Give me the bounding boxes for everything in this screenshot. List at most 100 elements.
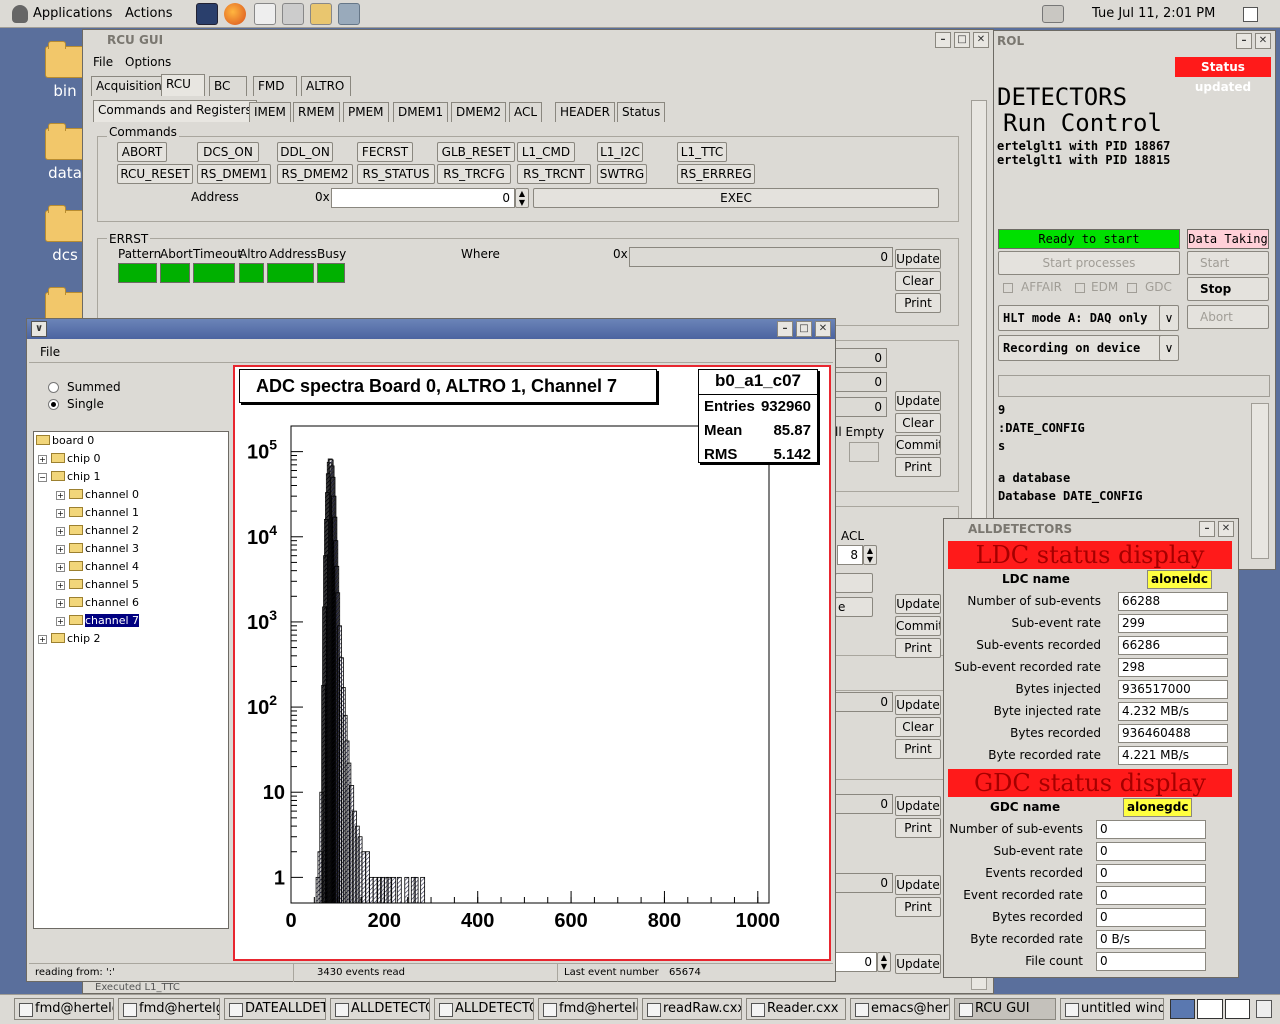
taskbar-button[interactable]: fmd@hertelglt: [118,998,220,1020]
channel-tree[interactable]: board 0 + chip 0 − chip 1 + channel 0 + chann… [33,431,229,929]
tab-rcu[interactable]: RCU [161,74,205,96]
update-button[interactable]: Update [895,391,941,411]
tree-item-channel[interactable]: + channel 7 [56,613,140,629]
abort-button[interactable]: Abort [1187,305,1269,329]
adc-titlebar[interactable]: ∨ – □ ✕ [27,319,835,339]
affair-checkbox[interactable] [1003,283,1013,293]
alldetectors-titlebar[interactable]: ALLDETECTORS – ✕ [944,519,1238,539]
address-spinner[interactable]: ▲ ▼ [515,188,529,208]
update-button[interactable]: Update [895,249,941,269]
tree-item-chip[interactable]: + chip 2 [38,631,101,647]
single-radio[interactable] [48,399,59,410]
workspace-switcher[interactable] [1170,999,1250,1019]
register-spinner-input[interactable]: 0 [835,952,877,972]
hlt-mode-select[interactable]: HLT mode A: DAQ only [998,305,1164,331]
tree-item-channel[interactable]: + channel 4 [56,559,139,575]
tree-item-channel[interactable]: + channel 1 [56,505,139,521]
file-manager-icon[interactable] [310,3,332,25]
command-button-abort[interactable]: ABORT [117,142,167,162]
acl-spinner[interactable]: ▲ ▼ [863,545,877,565]
expand-icon[interactable]: + [56,581,65,590]
expand-icon[interactable]: + [38,635,47,644]
print-button[interactable]: Print [895,638,941,658]
menu-options[interactable]: Options [125,55,171,69]
taskbar-button[interactable]: Reader.cxx [746,998,846,1020]
terminal-launcher-icon[interactable] [196,3,218,25]
tab-status[interactable]: Status [617,102,666,122]
start-processes-button[interactable]: Start processes [998,251,1180,275]
close-icon[interactable]: ✕ [1255,33,1271,49]
command-button-l1-i2c[interactable]: L1_I2C [597,142,643,162]
adc-menu-file[interactable]: File [40,345,60,359]
show-desktop-icon[interactable] [1243,7,1258,22]
command-button-rs-errreg[interactable]: RS_ERRREG [677,164,755,184]
minimize-icon[interactable]: – [777,321,793,337]
taskbar-button[interactable]: fmd@hertelglt [14,998,114,1020]
window-menu-chevron-icon[interactable]: ∨ [31,321,47,337]
command-button-swtrg[interactable]: SWTRG [597,164,647,184]
command-button-dcs-on[interactable]: DCS_ON [197,142,259,162]
actions-menu[interactable]: Actions [125,6,173,21]
clear-button[interactable]: Clear [895,413,941,433]
recording-select[interactable]: Recording on device [998,335,1164,361]
firefox-icon[interactable] [224,3,246,25]
command-button-rcu-reset[interactable]: RCU_RESET [117,164,193,184]
address-input[interactable]: 0 [331,188,515,208]
acl-spinner-input[interactable]: 8 [837,545,863,565]
tab-dmem1[interactable]: DMEM1 [393,102,449,122]
recording-chevron-down-icon[interactable]: ∨ [1159,335,1179,361]
acl-action-button-2[interactable]: e [835,597,873,617]
tab-bc[interactable]: BC [209,76,247,96]
taskbar-button[interactable]: readRaw.cxx [642,998,742,1020]
taskbar-button[interactable]: untitled windov [1060,998,1164,1020]
clear-button[interactable]: Clear [895,717,941,737]
trash-icon[interactable] [1256,1000,1272,1018]
taskbar-button[interactable]: ALLDETECTC [330,998,430,1020]
tree-item-channel[interactable]: + channel 0 [56,487,139,503]
close-icon[interactable]: ✕ [1218,521,1234,537]
settings-icon[interactable] [338,3,360,25]
acl-action-button[interactable] [835,573,873,593]
tree-item-channel[interactable]: + channel 5 [56,577,139,593]
expand-icon[interactable]: + [56,599,65,608]
command-button-fecrst[interactable]: FECRST [357,142,413,162]
hlt-mode-chevron-down-icon[interactable]: ∨ [1159,305,1179,331]
command-button-rs-trcnt[interactable]: RS_TRCNT [517,164,591,184]
tree-item-chip[interactable]: + chip 0 [38,451,101,467]
close-icon[interactable]: ✕ [973,32,989,48]
expand-icon[interactable]: + [56,491,65,500]
update-button[interactable]: Update [895,594,941,614]
expand-icon[interactable]: + [56,545,65,554]
command-button-rs-trcfg[interactable]: RS_TRCFG [437,164,511,184]
exec-button[interactable]: EXEC [533,188,939,208]
tree-item-channel[interactable]: + channel 2 [56,523,139,539]
tab-dmem2[interactable]: DMEM2 [451,102,507,122]
tree-item-channel[interactable]: + channel 6 [56,595,139,611]
plot-canvas[interactable]: 0 200 400 600 800 1000 1 10 102 103 104 105 ADC spe… [233,365,831,961]
command-button-rs-dmem1[interactable]: RS_DMEM1 [197,164,271,184]
command-button-rs-dmem2[interactable]: RS_DMEM2 [277,164,353,184]
gnome-foot-icon[interactable] [12,5,28,23]
commit-button[interactable]: Commit [895,435,941,455]
tab-imem[interactable]: IMEM [249,102,291,122]
minimize-icon[interactable]: – [1199,521,1215,537]
rcu-gui-titlebar[interactable]: RCU GUI – □ ✕ [83,30,993,50]
command-button-rs-status[interactable]: RS_STATUS [357,164,435,184]
clock[interactable]: Tue Jul 11, 2:01 PM [1092,6,1215,21]
expand-icon[interactable]: + [56,617,65,626]
tab-altro[interactable]: ALTRO [301,76,351,96]
taskbar-button[interactable]: RCU GUI [954,998,1056,1020]
update-button[interactable]: Update [895,796,941,816]
start-button[interactable]: Start [1187,251,1269,275]
command-button-l1-cmd[interactable]: L1_CMD [517,142,575,162]
commit-button[interactable]: Commit [895,616,941,636]
command-button-glb-reset[interactable]: GLB_RESET [437,142,515,162]
log-scrollbar[interactable] [1251,403,1269,559]
expand-icon[interactable]: + [56,509,65,518]
taskbar-button[interactable]: fmd@hertelglt: [538,998,638,1020]
tab-rmem[interactable]: RMEM [293,102,340,122]
printer-applet-icon[interactable] [1042,5,1064,23]
workspace-1[interactable] [1170,999,1196,1019]
expand-icon[interactable]: + [56,527,65,536]
update-button[interactable]: Update [895,695,941,715]
